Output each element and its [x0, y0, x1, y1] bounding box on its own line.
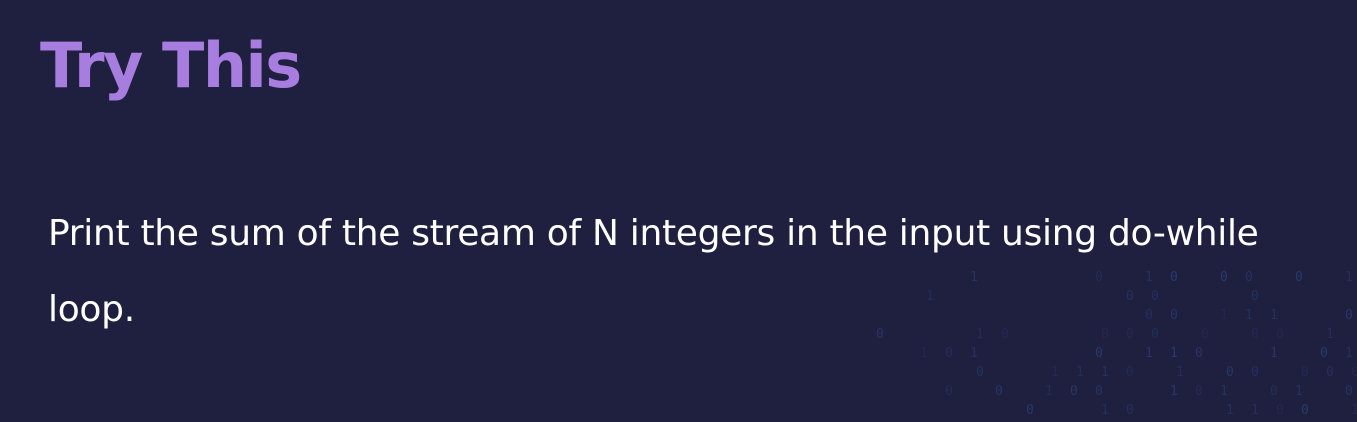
binary-digit: 1 — [1351, 403, 1357, 418]
binary-digit: 0 — [1345, 384, 1353, 399]
binary-digit: 1 — [1101, 365, 1109, 380]
binary-digit: 1 — [1295, 384, 1303, 399]
binary-digit: 0 — [1320, 346, 1328, 361]
binary-digit: 1 — [1226, 403, 1234, 418]
binary-digit: 1 — [1101, 403, 1109, 418]
binary-digit: 0 — [1195, 346, 1203, 361]
binary-digit: 0 — [1345, 308, 1353, 323]
binary-digit: 0 — [995, 384, 1003, 399]
binary-digit: 0 — [1095, 346, 1103, 361]
binary-digit: 0 — [1270, 384, 1278, 399]
binary-digit: 0 — [1070, 384, 1078, 399]
binary-digit: 1 — [1345, 270, 1353, 285]
binary-digit: 0 — [945, 346, 953, 361]
binary-digit: 0 — [1226, 365, 1234, 380]
binary-digit: 1 — [1045, 384, 1053, 399]
binary-digit: 0 — [1251, 365, 1259, 380]
slide: 1010000110000011100100000001101011010101… — [0, 0, 1357, 422]
binary-digit: 0 — [1276, 403, 1284, 418]
binary-digit: 1 — [1326, 327, 1334, 342]
binary-digit: 0 — [1126, 403, 1134, 418]
binary-digit: 1 — [1076, 365, 1084, 380]
binary-digit: 1 — [1345, 346, 1353, 361]
binary-digit: 1 — [1051, 365, 1059, 380]
binary-digit: 0 — [1351, 365, 1357, 380]
binary-digit: 1 — [1170, 384, 1178, 399]
binary-digit: 1 — [1220, 384, 1228, 399]
binary-digit: 0 — [1326, 365, 1334, 380]
binary-digit: 0 — [976, 365, 984, 380]
binary-digit: 0 — [1026, 403, 1034, 418]
slide-title: Try This — [40, 29, 302, 102]
binary-digit: 1 — [1251, 403, 1259, 418]
binary-digit: 1 — [920, 346, 928, 361]
binary-digit: 1 — [1170, 346, 1178, 361]
binary-digit: 0 — [1195, 384, 1203, 399]
binary-digit: 0 — [1126, 365, 1134, 380]
binary-digit: 1 — [1145, 346, 1153, 361]
binary-digit: 1 — [1176, 365, 1184, 380]
slide-body-text: Print the sum of the stream of N integer… — [48, 213, 1259, 330]
binary-digit: 1 — [970, 346, 978, 361]
binary-digit: 0 — [1301, 403, 1309, 418]
binary-digit: 0 — [1095, 384, 1103, 399]
binary-digit: 0 — [1301, 365, 1309, 380]
binary-digit: 0 — [945, 384, 953, 399]
binary-digit: 1 — [1270, 346, 1278, 361]
